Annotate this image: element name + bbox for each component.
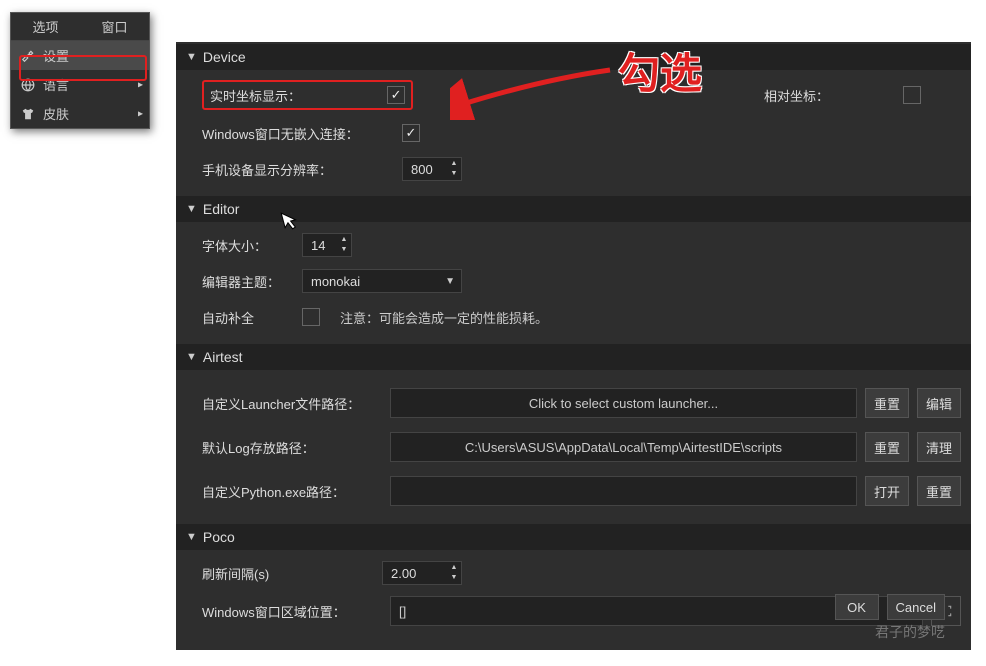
- dialog-footer: OK Cancel 君子的梦呓: [835, 594, 945, 642]
- chevron-right-icon: ▸: [138, 108, 143, 119]
- spinner-up-icon[interactable]: ▲: [447, 563, 461, 573]
- launcher-reset-button[interactable]: 重置: [865, 388, 909, 418]
- options-menu-list: 设置 语言 ▸ 皮肤 ▸: [11, 41, 149, 128]
- collapse-icon: ▼: [186, 51, 197, 63]
- refresh-interval-value: 2.00: [391, 566, 416, 581]
- resolution-spinner[interactable]: 800 ▲▼: [402, 157, 462, 181]
- collapse-icon: ▼: [186, 531, 197, 543]
- collapse-icon: ▼: [186, 351, 197, 363]
- chevron-down-icon: ▼: [445, 276, 455, 287]
- realtime-coord-checkbox[interactable]: [387, 86, 405, 104]
- cancel-button[interactable]: Cancel: [887, 594, 945, 620]
- section-title: Airtest: [203, 349, 243, 365]
- chevron-right-icon: ▸: [138, 79, 143, 90]
- menu-item-language[interactable]: 语言 ▸: [11, 70, 149, 99]
- launcher-path-label: 自定义Launcher文件路径：: [202, 394, 382, 413]
- refresh-interval-spinner[interactable]: 2.00 ▲▼: [382, 561, 462, 585]
- python-open-button[interactable]: 打开: [865, 476, 909, 506]
- relative-coord-label: 相对坐标：: [764, 86, 829, 105]
- autocomplete-note: 注意：可能会造成一定的性能损耗。: [340, 308, 548, 327]
- spinner-down-icon[interactable]: ▼: [447, 169, 461, 179]
- globe-icon: [19, 77, 37, 93]
- no-embed-label: Windows窗口无嵌入连接：: [202, 124, 402, 143]
- log-clean-button[interactable]: 清理: [917, 432, 961, 462]
- theme-value: monokai: [311, 274, 360, 289]
- font-size-spinner[interactable]: 14 ▲▼: [302, 233, 352, 257]
- section-header-poco[interactable]: ▼ Poco: [176, 524, 971, 550]
- resolution-value: 800: [411, 162, 433, 177]
- relative-coord-checkbox[interactable]: [903, 86, 921, 104]
- shirt-icon: [19, 106, 37, 122]
- section-body-airtest: 自定义Launcher文件路径： Click to select custom …: [176, 370, 971, 524]
- realtime-coord-label: 实时坐标显示：: [210, 86, 301, 105]
- menu-item-label: 皮肤: [43, 104, 69, 123]
- spinner-down-icon[interactable]: ▼: [337, 245, 351, 255]
- ok-button[interactable]: OK: [835, 594, 879, 620]
- section-body-device: 实时坐标显示： 相对坐标： Windows窗口无嵌入连接： 手机设备显示分辨率：…: [176, 70, 971, 196]
- log-reset-button[interactable]: 重置: [865, 432, 909, 462]
- menu-top-options[interactable]: 选项: [11, 13, 80, 41]
- log-path-label: 默认Log存放路径：: [202, 438, 382, 457]
- no-embed-checkbox[interactable]: [402, 124, 420, 142]
- theme-label: 编辑器主题：: [202, 272, 302, 291]
- python-path-label: 自定义Python.exe路径：: [202, 482, 382, 501]
- menu-top-window[interactable]: 窗口: [80, 13, 149, 41]
- section-title: Poco: [203, 529, 235, 545]
- options-menu-window: 选项 窗口 设置 语言 ▸ 皮肤 ▸: [10, 12, 150, 129]
- section-header-airtest[interactable]: ▼ Airtest: [176, 344, 971, 370]
- settings-panel: ▼ Device 实时坐标显示： 相对坐标： Windows窗口无嵌入连接： 手…: [176, 42, 971, 650]
- window-area-label: Windows窗口区域位置：: [202, 602, 382, 621]
- section-header-device[interactable]: ▼ Device: [176, 44, 971, 70]
- spinner-up-icon[interactable]: ▲: [447, 159, 461, 169]
- log-path-input[interactable]: C:\Users\ASUS\AppData\Local\Temp\Airtest…: [390, 432, 857, 462]
- section-title: Device: [203, 49, 246, 65]
- annotation-highlight-realtime-coord: 实时坐标显示：: [202, 80, 413, 110]
- menu-item-label: 设置: [43, 46, 69, 65]
- launcher-path-input[interactable]: Click to select custom launcher...: [390, 388, 857, 418]
- watermark-text: 君子的梦呓: [875, 622, 945, 642]
- menu-item-skin[interactable]: 皮肤 ▸: [11, 99, 149, 128]
- menu-item-settings[interactable]: 设置: [11, 41, 149, 70]
- refresh-interval-label: 刷新间隔(s): [202, 564, 382, 583]
- font-size-label: 字体大小：: [202, 236, 302, 255]
- python-path-input[interactable]: [390, 476, 857, 506]
- wrench-icon: [19, 48, 37, 64]
- spinner-up-icon[interactable]: ▲: [337, 235, 351, 245]
- section-body-editor: 字体大小： 14 ▲▼ 编辑器主题： monokai ▼ 自动补全 注意：可能会…: [176, 222, 971, 344]
- python-reset-button[interactable]: 重置: [917, 476, 961, 506]
- launcher-edit-button[interactable]: 编辑: [917, 388, 961, 418]
- autocomplete-checkbox[interactable]: [302, 308, 320, 326]
- autocomplete-label: 自动补全: [202, 308, 302, 327]
- menu-item-label: 语言: [43, 75, 69, 94]
- section-title: Editor: [203, 201, 240, 217]
- section-header-editor[interactable]: ▼ Editor: [176, 196, 971, 222]
- collapse-icon: ▼: [186, 203, 197, 215]
- theme-dropdown[interactable]: monokai ▼: [302, 269, 462, 293]
- resolution-label: 手机设备显示分辨率：: [202, 160, 402, 179]
- spinner-down-icon[interactable]: ▼: [447, 573, 461, 583]
- font-size-value: 14: [311, 238, 325, 253]
